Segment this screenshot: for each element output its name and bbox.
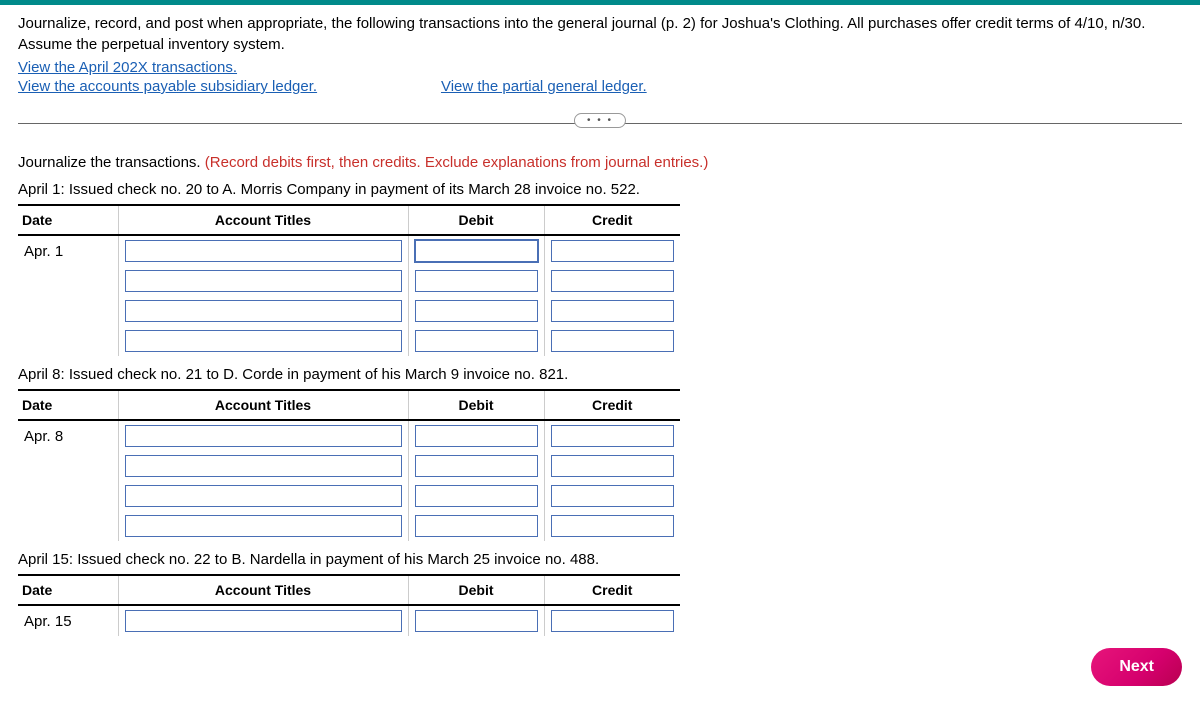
date-cell bbox=[18, 451, 118, 481]
journal-table: DateAccount TitlesDebitCredit Apr. 1 bbox=[18, 204, 680, 356]
date-cell bbox=[18, 296, 118, 326]
table-row bbox=[18, 296, 680, 326]
date-cell bbox=[18, 326, 118, 356]
account-input[interactable] bbox=[125, 485, 402, 507]
table-row bbox=[18, 451, 680, 481]
header-credit: Credit bbox=[544, 205, 680, 235]
debit-input[interactable] bbox=[415, 515, 538, 537]
debit-input[interactable] bbox=[415, 425, 538, 447]
debit-input[interactable] bbox=[415, 485, 538, 507]
credit-input[interactable] bbox=[551, 455, 675, 477]
date-cell: Apr. 8 bbox=[18, 420, 118, 451]
next-button[interactable]: Next bbox=[1091, 648, 1182, 686]
table-row bbox=[18, 511, 680, 541]
entry-description: April 15: Issued check no. 22 to B. Nard… bbox=[18, 551, 1182, 568]
credit-input[interactable] bbox=[551, 330, 675, 352]
link-ap-ledger[interactable]: View the accounts payable subsidiary led… bbox=[18, 78, 317, 95]
table-row bbox=[18, 481, 680, 511]
header-debit: Debit bbox=[408, 575, 544, 605]
date-cell bbox=[18, 481, 118, 511]
problem-instructions: Journalize, record, and post when approp… bbox=[18, 13, 1182, 55]
debit-input[interactable] bbox=[415, 330, 538, 352]
account-input[interactable] bbox=[125, 515, 402, 537]
table-row: Apr. 8 bbox=[18, 420, 680, 451]
account-input[interactable] bbox=[125, 240, 402, 262]
credit-input[interactable] bbox=[551, 300, 675, 322]
credit-input[interactable] bbox=[551, 240, 675, 262]
debit-input[interactable] bbox=[415, 610, 538, 632]
table-row bbox=[18, 266, 680, 296]
date-cell: Apr. 15 bbox=[18, 605, 118, 636]
account-input[interactable] bbox=[125, 270, 402, 292]
date-cell: Apr. 1 bbox=[18, 235, 118, 266]
account-input[interactable] bbox=[125, 425, 402, 447]
header-debit: Debit bbox=[408, 390, 544, 420]
debit-input[interactable] bbox=[415, 300, 538, 322]
journal-table: DateAccount TitlesDebitCredit Apr. 8 bbox=[18, 389, 680, 541]
main-content: Journalize, record, and post when approp… bbox=[0, 5, 1200, 636]
credit-input[interactable] bbox=[551, 610, 675, 632]
section-hint: (Record debits first, then credits. Excl… bbox=[205, 154, 709, 171]
section-heading: Journalize the transactions. (Record deb… bbox=[18, 154, 1182, 171]
header-date: Date bbox=[18, 205, 118, 235]
section-divider: • • • bbox=[18, 123, 1182, 124]
entry-description: April 8: Issued check no. 21 to D. Corde… bbox=[18, 366, 1182, 383]
journal-entries: April 1: Issued check no. 20 to A. Morri… bbox=[18, 181, 1182, 636]
header-date: Date bbox=[18, 575, 118, 605]
debit-input[interactable] bbox=[415, 455, 538, 477]
table-row: Apr. 15 bbox=[18, 605, 680, 636]
account-input[interactable] bbox=[125, 610, 402, 632]
credit-input[interactable] bbox=[551, 515, 675, 537]
debit-input[interactable] bbox=[415, 240, 538, 262]
credit-input[interactable] bbox=[551, 425, 675, 447]
account-input[interactable] bbox=[125, 330, 402, 352]
table-row: Apr. 1 bbox=[18, 235, 680, 266]
credit-input[interactable] bbox=[551, 270, 675, 292]
credit-input[interactable] bbox=[551, 485, 675, 507]
reference-links: View the April 202X transactions. View t… bbox=[18, 59, 1182, 95]
header-date: Date bbox=[18, 390, 118, 420]
header-account: Account Titles bbox=[118, 205, 408, 235]
expand-ellipsis[interactable]: • • • bbox=[574, 113, 626, 128]
header-credit: Credit bbox=[544, 390, 680, 420]
header-account: Account Titles bbox=[118, 575, 408, 605]
link-general-ledger[interactable]: View the partial general ledger. bbox=[441, 78, 647, 95]
link-transactions[interactable]: View the April 202X transactions. bbox=[18, 59, 1182, 76]
date-cell bbox=[18, 511, 118, 541]
header-credit: Credit bbox=[544, 575, 680, 605]
entry-description: April 1: Issued check no. 20 to A. Morri… bbox=[18, 181, 1182, 198]
account-input[interactable] bbox=[125, 300, 402, 322]
debit-input[interactable] bbox=[415, 270, 538, 292]
section-title: Journalize the transactions. bbox=[18, 154, 205, 171]
header-debit: Debit bbox=[408, 205, 544, 235]
date-cell bbox=[18, 266, 118, 296]
journal-table: DateAccount TitlesDebitCredit Apr. 15 bbox=[18, 574, 680, 636]
table-row bbox=[18, 326, 680, 356]
header-account: Account Titles bbox=[118, 390, 408, 420]
account-input[interactable] bbox=[125, 455, 402, 477]
